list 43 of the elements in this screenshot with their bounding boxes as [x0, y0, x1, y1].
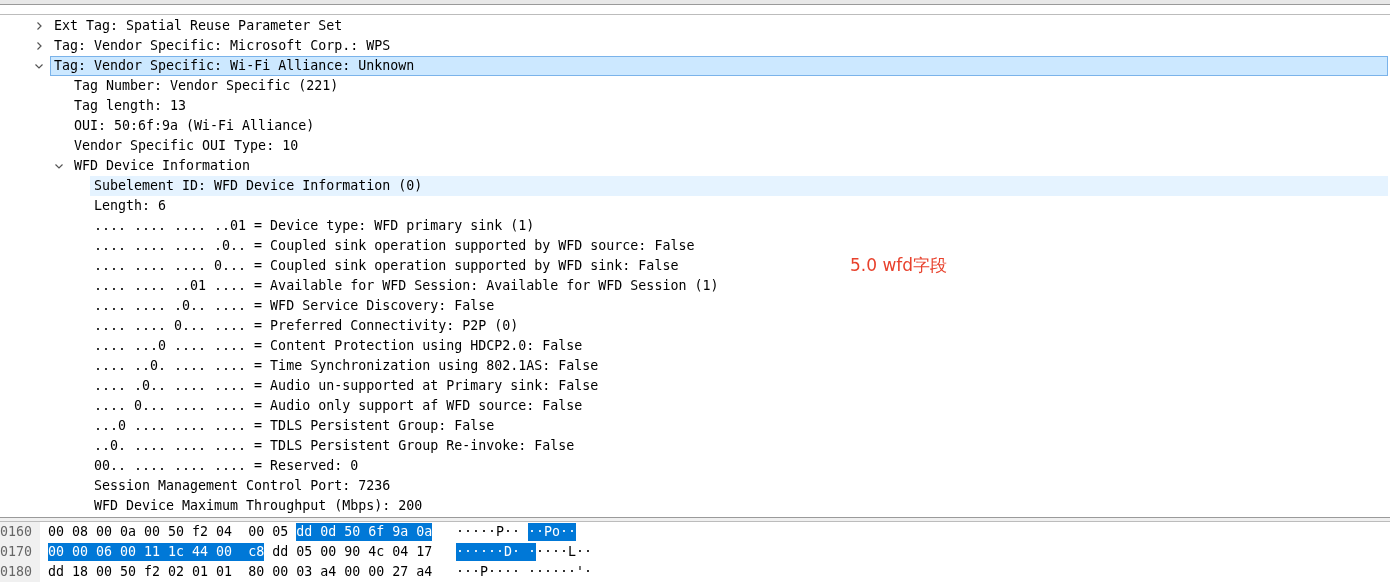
tree-item[interactable]: WFD Device Information — [70, 156, 252, 176]
tree-item[interactable]: ..0. .... .... .... = TDLS Persistent Group Re-invoke: False — [90, 436, 576, 456]
chevron-down-icon[interactable] — [34, 61, 44, 71]
tree-item[interactable]: WFD Device Maximum Throughput (Mbps): 200 — [90, 496, 424, 516]
tree-item[interactable]: Tag Number: Vendor Specific (221) — [70, 76, 340, 96]
hex-bytes: dd 05 00 90 4c 04 17 — [272, 543, 433, 561]
hex-bytes: dd 18 00 50 f2 02 01 01 80 00 03 a4 00 00 27 a4 — [48, 563, 433, 581]
tree-item[interactable]: .... ...0 .... .... = Content Protection using HDCP2.0: False — [90, 336, 584, 356]
tree-item[interactable]: ...0 .... .... .... = TDLS Persistent Group: False — [90, 416, 496, 436]
tree-item[interactable]: OUI: 50:6f:9a (Wi-Fi Alliance) — [70, 116, 316, 136]
tree-item[interactable]: Session Management Control Port: 7236 — [90, 476, 392, 496]
tree-item[interactable]: Subelement ID: WFD Device Information (0) — [90, 176, 1388, 196]
annotation-note: 5.0 wfd字段 — [850, 254, 948, 277]
chevron-down-icon[interactable] — [54, 161, 64, 171]
offset-label: 0160 — [0, 522, 40, 542]
hex-bytes: 00 08 00 0a 00 50 f2 04 00 05 — [48, 523, 289, 541]
tree-item[interactable]: .... .0.. .... .... = Audio un-supported at Primary sink: False — [90, 376, 600, 396]
tree-item[interactable]: .... ..0. .... .... = Time Synchronization using 802.1AS: False — [90, 356, 600, 376]
chevron-right-icon[interactable] — [34, 21, 44, 31]
tree-item[interactable]: Tag: Vendor Specific: Microsoft Corp.: WPS — [50, 36, 392, 56]
hex-bytes: 00 00 06 00 11 1c 44 00 c8 — [48, 543, 265, 561]
tree-item[interactable]: .... .... 0... .... = Preferred Connectivity: P2P (0) — [90, 316, 520, 336]
ascii-text: ····L·· — [536, 543, 593, 561]
ascii-text: ··Po·· — [528, 523, 577, 541]
tree-item[interactable]: Ext Tag: Spatial Reuse Parameter Set — [50, 16, 344, 36]
tree-item[interactable]: .... 0... .... .... = Audio only support af WFD source: False — [90, 396, 584, 416]
tree-item[interactable]: .... .... .... ..01 = Device type: WFD primary sink (1) — [90, 216, 536, 236]
offset-label: 0180 — [0, 562, 40, 582]
tree-item[interactable]: .... .... .... 0... = Coupled sink operation supported by WFD sink: False — [90, 256, 680, 276]
tree-item[interactable]: Tag length: 13 — [70, 96, 188, 116]
tree-item[interactable]: .... .... .... .0.. = Coupled sink operation supported by WFD source: False — [90, 236, 696, 256]
chevron-right-icon[interactable] — [34, 41, 44, 51]
ascii-text: ···P···· ······'· — [456, 563, 593, 581]
ascii-text: ·····P·· — [456, 523, 522, 541]
ascii-text: ······D· · — [456, 543, 537, 561]
tree-item[interactable]: .... .... ..01 .... = Available for WFD Session: Available for WFD Session (1) — [90, 276, 720, 296]
hex-bytes: dd 0d 50 6f 9a 0a — [296, 523, 433, 541]
tree-item[interactable]: 00.. .... .... .... = Reserved: 0 — [90, 456, 360, 476]
offset-label: 0170 — [0, 542, 40, 562]
tree-item[interactable]: Tag: Vendor Specific: Wi-Fi Alliance: Unknown — [50, 56, 1388, 76]
tree-item[interactable]: .... .... .0.. .... = WFD Service Discovery: False — [90, 296, 496, 316]
tree-item[interactable]: Length: 6 — [90, 196, 168, 216]
tree-item[interactable]: Vendor Specific OUI Type: 10 — [70, 136, 300, 156]
